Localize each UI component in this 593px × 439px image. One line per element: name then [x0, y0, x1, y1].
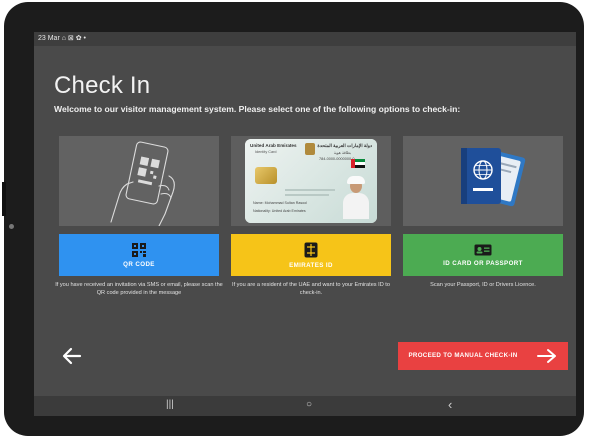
- id-card-icon: [474, 244, 492, 255]
- emirates-id-illustration: United Arab Emirates Identity Card دولة …: [231, 136, 391, 226]
- back-button[interactable]: [60, 344, 84, 368]
- qr-code-label: QR CODE: [123, 260, 155, 268]
- status-bar: 23 Mar ⌂ ⊠ ✿ •: [34, 32, 576, 46]
- nav-back-button[interactable]: ‹: [448, 397, 452, 412]
- id-card-header-ar-2: بطاقة هوية: [333, 151, 351, 155]
- navigation-bar: ||| ○ ‹: [34, 396, 576, 416]
- recents-button[interactable]: |||: [166, 399, 174, 410]
- id-card-header-en-2: Identity Card: [255, 150, 277, 154]
- id-card-number: 784-0000-0000000-0: [319, 157, 355, 161]
- emirates-id-card-image: United Arab Emirates Identity Card دولة …: [245, 139, 377, 223]
- emirates-id-label: EMIRATES ID: [289, 261, 333, 269]
- page-title: Check In: [54, 72, 151, 99]
- tablet-side-button: [2, 182, 6, 216]
- id-card-passport-label: ID CARD OR PASSPORT: [443, 259, 523, 267]
- emirates-id-button[interactable]: EMIRATES ID: [231, 234, 391, 276]
- manual-check-in-label: PROCEED TO MANUAL CHECK-IN: [408, 352, 518, 359]
- emblem-icon: [305, 143, 315, 155]
- option-card-passport: ID CARD OR PASSPORT Scan your Passport, …: [403, 136, 563, 290]
- id-card-header-en: United Arab Emirates: [250, 143, 297, 148]
- arrow-right-icon: [537, 349, 556, 363]
- manual-check-in-button[interactable]: PROCEED TO MANUAL CHECK-IN: [398, 342, 568, 370]
- id-photo: [341, 175, 371, 219]
- hand-phone-icon: [110, 141, 175, 226]
- screen: 23 Mar ⌂ ⊠ ✿ • Check In Welcome to our v…: [34, 32, 576, 416]
- qr-code-description: If you have received an invitation via S…: [55, 282, 223, 296]
- tablet-camera: [9, 224, 14, 229]
- id-card-passport-button[interactable]: ID CARD OR PASSPORT: [403, 234, 563, 276]
- id-card-name: Name: Mohammad Sultan Rasool: [253, 201, 307, 205]
- page-subtitle: Welcome to our visitor management system…: [54, 104, 461, 114]
- id-card-header-ar: دولة الإمارات العربية المتحدة: [317, 143, 372, 148]
- qr-code-icon: [132, 242, 146, 257]
- id-card-passport-description: Scan your Passport, ID or Drivers Licenc…: [430, 282, 536, 288]
- option-card-emirates-id: United Arab Emirates Identity Card دولة …: [231, 136, 391, 297]
- sim-chip-icon: [304, 242, 318, 257]
- home-button[interactable]: ○: [306, 399, 312, 410]
- passport-icon: [461, 148, 526, 207]
- qr-code-button[interactable]: QR CODE: [59, 234, 219, 276]
- emirates-id-description: If you are a resident of the UAE and wan…: [232, 282, 390, 296]
- option-card-qr: QR CODE If you have received an invitati…: [55, 136, 223, 297]
- passport-illustration: [403, 136, 563, 226]
- sim-chip-image: [255, 167, 277, 184]
- id-card-nationality: Nationality: United Arab Emirates: [253, 209, 306, 213]
- qr-phone-illustration: [59, 136, 219, 226]
- arrow-left-icon: [62, 347, 82, 365]
